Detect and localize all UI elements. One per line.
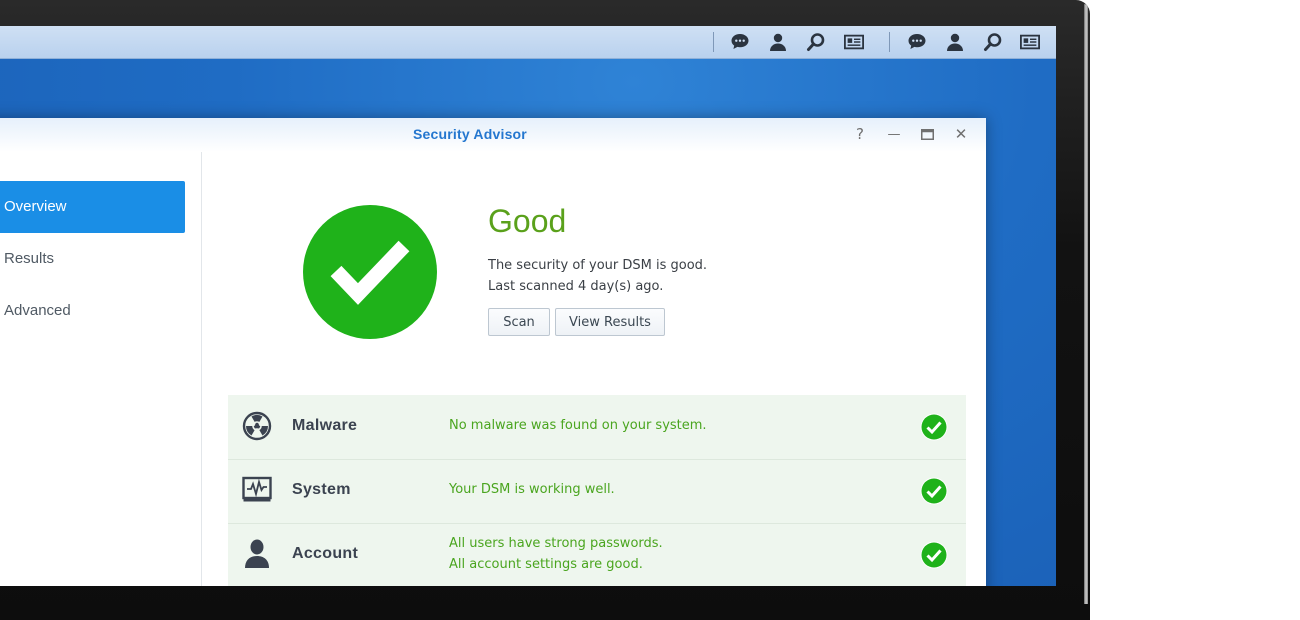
sidebar-item-label: Advanced: [4, 302, 71, 319]
widgets-icon[interactable]: [843, 31, 865, 53]
maximize-button[interactable]: [917, 124, 937, 144]
taskbar-separator: [713, 32, 714, 52]
check-row-account: Account All users have strong passwords.…: [228, 523, 966, 586]
check-row-malware: Malware No malware was found on your sys…: [228, 395, 966, 460]
close-icon: ✕: [954, 125, 968, 143]
maximize-icon: [920, 128, 934, 140]
scan-button[interactable]: Scan: [488, 308, 550, 336]
check-label: System: [292, 481, 351, 498]
sidebar-item-results[interactable]: Results: [0, 233, 185, 285]
window-titlebar[interactable]: Security Advisor ? — ✕: [0, 118, 986, 152]
last-scanned-text: Last scanned 4 day(s) ago.: [488, 279, 664, 294]
sidebar: Overview Results Advanced: [0, 152, 202, 586]
check-label: Account: [292, 545, 359, 562]
monitor-edge: [1084, 4, 1088, 604]
sidebar-item-overview[interactable]: Overview: [0, 181, 185, 233]
check-message: No malware was found on your system.: [449, 418, 707, 433]
system-monitor-icon: [242, 475, 272, 505]
chat-icon[interactable]: [906, 31, 928, 53]
check-row-system: System Your DSM is working well.: [228, 459, 966, 524]
close-button[interactable]: ✕: [951, 124, 971, 144]
search-icon[interactable]: [982, 31, 1004, 53]
check-ok-icon: [920, 477, 948, 505]
minimize-button[interactable]: —: [884, 124, 904, 144]
user-icon[interactable]: [767, 31, 789, 53]
status-description: The security of your DSM is good.: [488, 258, 708, 273]
taskbar-separator: [889, 32, 890, 52]
chat-icon[interactable]: [729, 31, 751, 53]
check-message: All account settings are good.: [449, 557, 643, 572]
help-icon: ?: [856, 125, 864, 143]
minimize-icon: —: [887, 126, 901, 142]
good-status-icon: [303, 205, 437, 339]
help-button[interactable]: ?: [850, 124, 870, 144]
user-icon: [242, 539, 272, 569]
radiation-icon: [242, 411, 272, 441]
window-title: Security Advisor: [413, 126, 527, 142]
status-title: Good: [488, 203, 567, 239]
sidebar-item-label: Results: [4, 250, 55, 267]
sidebar-item-advanced[interactable]: Advanced: [0, 285, 185, 337]
widgets-icon[interactable]: [1019, 31, 1041, 53]
taskbar: [0, 26, 1056, 59]
security-advisor-window: Security Advisor ? — ✕ Overview Results …: [0, 118, 986, 586]
security-checklist: Malware No malware was found on your sys…: [228, 395, 966, 586]
check-ok-icon: [920, 541, 948, 569]
view-results-button[interactable]: View Results: [555, 308, 665, 336]
check-message: All users have strong passwords.: [449, 536, 663, 551]
check-label: Malware: [292, 417, 358, 434]
sidebar-item-label: Overview: [4, 198, 67, 215]
check-message: Your DSM is working well.: [449, 482, 615, 497]
search-icon[interactable]: [805, 31, 827, 53]
desktop: Security Advisor ? — ✕ Overview Results …: [0, 26, 1056, 586]
user-icon[interactable]: [944, 31, 966, 53]
check-ok-icon: [920, 413, 948, 441]
